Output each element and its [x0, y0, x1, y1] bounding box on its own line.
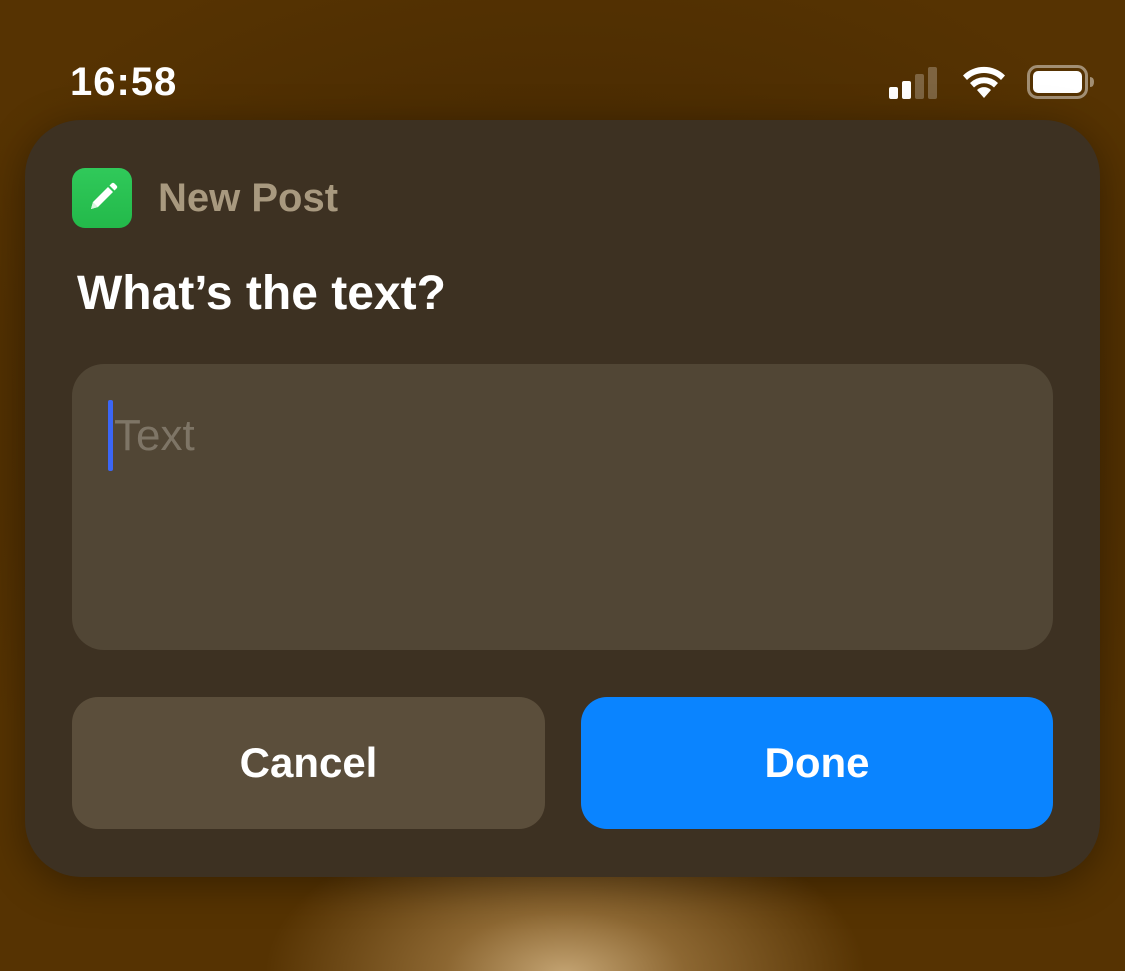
text-input-placeholder: Text: [114, 411, 195, 460]
status-time: 16:58: [70, 60, 178, 104]
app-name: New Post: [158, 176, 339, 220]
done-button[interactable]: Done: [581, 697, 1053, 829]
cellular-signal-icon: [889, 65, 941, 99]
text-cursor: [108, 400, 113, 471]
pencil-icon: [91, 182, 118, 209]
text-input-dialog: New Post What’s the text? Text Cancel Do…: [25, 120, 1100, 877]
wifi-icon: [963, 66, 1005, 98]
status-indicators: [889, 62, 1095, 102]
text-input-field[interactable]: Text: [72, 364, 1053, 650]
app-header: New Post: [72, 168, 338, 228]
app-icon: [72, 168, 132, 228]
cancel-button[interactable]: Cancel: [72, 697, 545, 829]
prompt-title: What’s the text?: [77, 267, 446, 320]
battery-icon: [1027, 65, 1094, 99]
